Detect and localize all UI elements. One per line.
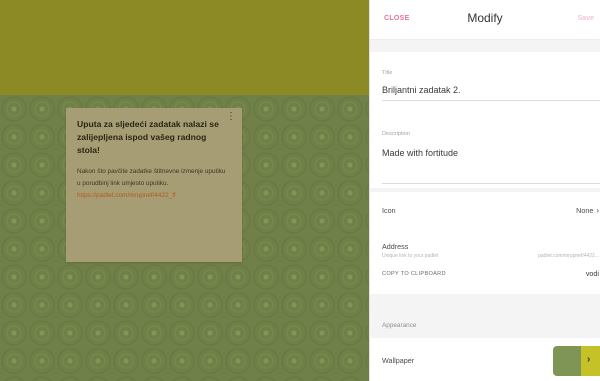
basic-info-card: Title Briljantni zadatak 2. Description … (370, 52, 600, 188)
wallpaper-swatch-green (553, 346, 581, 376)
post-body: Nakon što pavčite zadatke štitnevne izme… (77, 168, 226, 187)
description-field[interactable]: Made with fortitude (382, 148, 458, 158)
address-label: Address (382, 242, 409, 251)
post-title: Uputa za sljedeći zadatak nalazi se zali… (77, 119, 219, 155)
title-field[interactable]: Briljantni zadatak 2. (382, 85, 461, 95)
icon-row-value[interactable]: None › (576, 206, 599, 215)
appearance-section-heading: Appearance (382, 322, 417, 329)
post-link[interactable]: https://padlet.com/mrupnef/4422_ff (77, 190, 232, 202)
chevron-right-icon: › (587, 354, 591, 365)
description-field-label: Description (382, 131, 410, 137)
modify-panel: CLOSE Modify Save Title Briljantni zadat… (369, 0, 600, 381)
description-field-underline (382, 183, 600, 184)
more-vert-icon[interactable]: ⋮ (226, 112, 236, 122)
wallpaper-swatch-yellow (581, 346, 600, 376)
wallpaper-preview-button[interactable]: › (553, 346, 600, 376)
title-field-label: Title (382, 70, 393, 76)
wallpaper-label: Wallpaper (382, 356, 415, 365)
address-url: padlet.com/mrupnef/4422... (538, 253, 599, 259)
post-card[interactable]: ⋮ Uputa za sljedeći zadatak nalazi se za… (66, 108, 242, 262)
title-field-underline (382, 100, 600, 101)
copy-to-clipboard-button[interactable]: COPY TO CLIPBOARD (382, 271, 446, 277)
panel-header: CLOSE Modify Save (370, 0, 600, 40)
canvas-header-area (0, 0, 369, 95)
chevron-right-icon: › (596, 206, 599, 215)
address-sub-label: Unique link to your padlet (382, 253, 439, 259)
padlet-canvas: ⋮ Uputa za sljedeći zadatak nalazi se za… (0, 0, 369, 381)
icon-row-value-text: None (576, 206, 594, 215)
address-slug-field[interactable]: vodi (586, 269, 599, 278)
settings-card: Icon None › Address Unique link to your p… (370, 192, 600, 294)
panel-title: Modify (467, 11, 503, 25)
icon-row-label: Icon (382, 206, 396, 215)
save-button[interactable]: Save (578, 15, 594, 22)
